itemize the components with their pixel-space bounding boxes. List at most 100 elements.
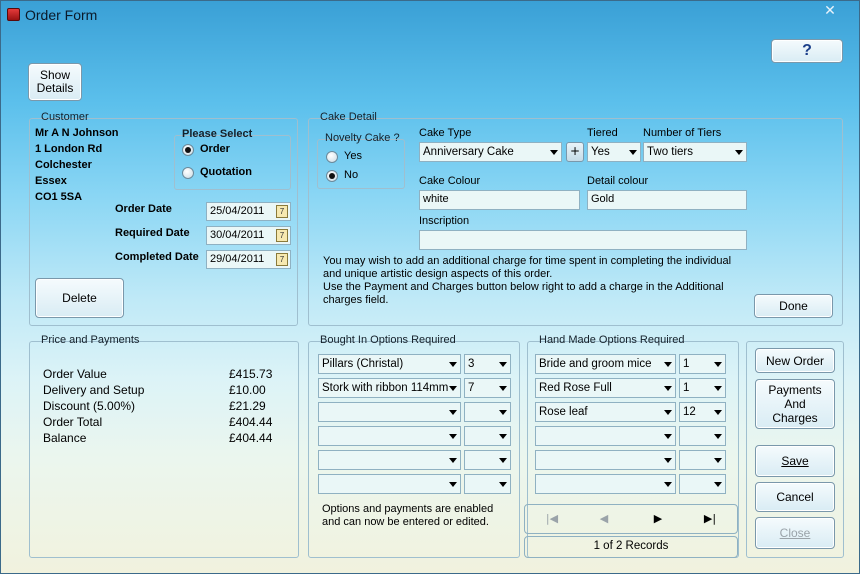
bought-in-item-dropdown[interactable] — [318, 474, 461, 494]
close-button[interactable]: Close — [755, 517, 835, 549]
inscription-field[interactable] — [419, 230, 747, 250]
chevron-down-icon — [499, 434, 507, 439]
bought-in-item-dropdown[interactable] — [318, 402, 461, 422]
chevron-down-icon — [664, 362, 672, 367]
bought-in-qty-value: 3 — [468, 358, 475, 370]
cake-type-dropdown[interactable]: Anniversary Cake — [419, 142, 562, 162]
cancel-button[interactable]: Cancel — [755, 482, 835, 512]
window-title: Order Form — [25, 7, 98, 23]
customer-group-title: Customer — [41, 111, 89, 123]
chevron-down-icon — [664, 482, 672, 487]
cake-colour-label: Cake Colour — [419, 175, 481, 187]
cake-colour-field[interactable]: white — [419, 190, 580, 210]
novelty-yes-label: Yes — [344, 150, 362, 162]
bought-in-qty-dropdown[interactable] — [464, 474, 511, 494]
payments-and-charges-button[interactable]: Payments And Charges — [755, 379, 835, 429]
hand-made-options-title: Hand Made Options Required — [539, 334, 685, 346]
hand-made-item-dropdown[interactable] — [535, 474, 676, 494]
bought-in-item-dropdown[interactable] — [318, 426, 461, 446]
completed-date-value: 29/04/2011 — [210, 253, 265, 265]
chevron-down-icon — [449, 410, 457, 415]
hand-made-item-dropdown[interactable]: Red Rose Full — [535, 378, 676, 398]
calendar-icon[interactable]: 7 — [276, 229, 288, 242]
bought-in-item-dropdown[interactable] — [318, 450, 461, 470]
balance-value: £404.44 — [229, 431, 273, 445]
order-form-window: Order Form ✕ ? Show Details Customer Mr … — [0, 0, 860, 574]
hand-made-qty-dropdown[interactable]: 12 — [679, 402, 726, 422]
delete-button[interactable]: Delete — [35, 278, 124, 318]
chevron-down-icon — [499, 458, 507, 463]
order-date-value: 25/04/2011 — [210, 205, 265, 217]
chevron-down-icon — [664, 410, 672, 415]
first-record-icon[interactable]: |◀ — [542, 512, 562, 525]
bought-in-item-dropdown[interactable]: Pillars (Christal) — [318, 354, 461, 374]
tiered-label: Tiered — [587, 127, 618, 139]
number-of-tiers-dropdown[interactable]: Two tiers — [643, 142, 747, 162]
chevron-down-icon — [499, 482, 507, 487]
last-record-icon[interactable]: ▶| — [700, 512, 720, 525]
hand-made-qty-value: 12 — [683, 406, 696, 418]
bought-in-item-value: Pillars (Christal) — [322, 358, 404, 370]
bought-in-item-dropdown[interactable]: Stork with ribbon 114mm — [318, 378, 461, 398]
chevron-down-icon — [735, 150, 743, 155]
design-charge-note: You may wish to add an additional charge… — [323, 255, 732, 306]
hand-made-item-dropdown[interactable]: Rose leaf — [535, 402, 676, 422]
customer-address-line1: 1 London Rd — [35, 143, 103, 155]
chevron-down-icon — [664, 458, 672, 463]
required-date-field[interactable]: 30/04/2011 7 — [206, 226, 291, 245]
hand-made-item-dropdown[interactable] — [535, 426, 676, 446]
novelty-no-radio[interactable] — [326, 170, 338, 182]
calendar-icon[interactable]: 7 — [276, 205, 288, 218]
save-button[interactable]: Save — [755, 445, 835, 477]
price-and-payments-title: Price and Payments — [41, 334, 140, 346]
please-select-title: Please Select — [182, 128, 253, 140]
hand-made-qty-dropdown[interactable] — [679, 450, 726, 470]
order-total-value: £404.44 — [229, 415, 273, 429]
completed-date-field[interactable]: 29/04/2011 7 — [206, 250, 291, 269]
hand-made-qty-dropdown[interactable]: 1 — [679, 354, 726, 374]
customer-name: Mr A N Johnson — [35, 127, 119, 139]
chevron-down-icon — [499, 386, 507, 391]
hand-made-item-dropdown[interactable]: Bride and groom mice — [535, 354, 676, 374]
chevron-down-icon — [714, 410, 722, 415]
done-button[interactable]: Done — [754, 294, 833, 318]
close-icon[interactable]: ✕ — [819, 3, 841, 19]
help-button[interactable]: ? — [771, 39, 843, 63]
novelty-cake-title: Novelty Cake ? — [325, 132, 400, 144]
cake-type-value: Anniversary Cake — [423, 146, 514, 158]
novelty-yes-radio[interactable] — [326, 151, 338, 163]
show-details-button[interactable]: Show Details — [28, 63, 82, 101]
order-value-label: Order Value — [43, 367, 107, 381]
quotation-radio[interactable] — [182, 167, 194, 179]
next-record-icon[interactable]: ▶ — [648, 512, 668, 525]
order-total-label: Order Total — [43, 415, 103, 429]
calendar-icon[interactable]: 7 — [276, 253, 288, 266]
inscription-label: Inscription — [419, 215, 470, 227]
customer-address-line2: Colchester — [35, 159, 92, 171]
previous-record-icon[interactable]: ◀ — [594, 512, 614, 525]
bought-in-qty-dropdown[interactable]: 3 — [464, 354, 511, 374]
tiered-dropdown[interactable]: Yes — [587, 142, 641, 162]
discount-value: £21.29 — [229, 399, 266, 413]
hand-made-item-value: Red Rose Full — [539, 382, 612, 394]
chevron-down-icon — [449, 386, 457, 391]
order-date-field[interactable]: 25/04/2011 7 — [206, 202, 291, 221]
hand-made-qty-dropdown[interactable] — [679, 474, 726, 494]
detail-colour-field[interactable]: Gold — [587, 190, 747, 210]
novelty-no-label: No — [344, 169, 359, 181]
bought-in-qty-dropdown[interactable] — [464, 402, 511, 422]
bought-in-qty-dropdown[interactable] — [464, 426, 511, 446]
chevron-down-icon — [550, 150, 558, 155]
order-radio[interactable] — [182, 144, 194, 156]
hand-made-item-dropdown[interactable] — [535, 450, 676, 470]
bought-in-qty-dropdown[interactable] — [464, 450, 511, 470]
bought-in-options-title: Bought In Options Required — [320, 334, 456, 346]
new-order-button[interactable]: New Order — [755, 348, 835, 373]
hand-made-qty-value: 1 — [683, 382, 690, 394]
add-cake-type-button[interactable]: + — [566, 142, 584, 162]
hand-made-qty-dropdown[interactable]: 1 — [679, 378, 726, 398]
options-status-note: Options and payments are enabled and can… — [322, 503, 494, 528]
hand-made-qty-dropdown[interactable] — [679, 426, 726, 446]
hand-made-item-value: Rose leaf — [539, 406, 588, 418]
bought-in-qty-dropdown[interactable]: 7 — [464, 378, 511, 398]
